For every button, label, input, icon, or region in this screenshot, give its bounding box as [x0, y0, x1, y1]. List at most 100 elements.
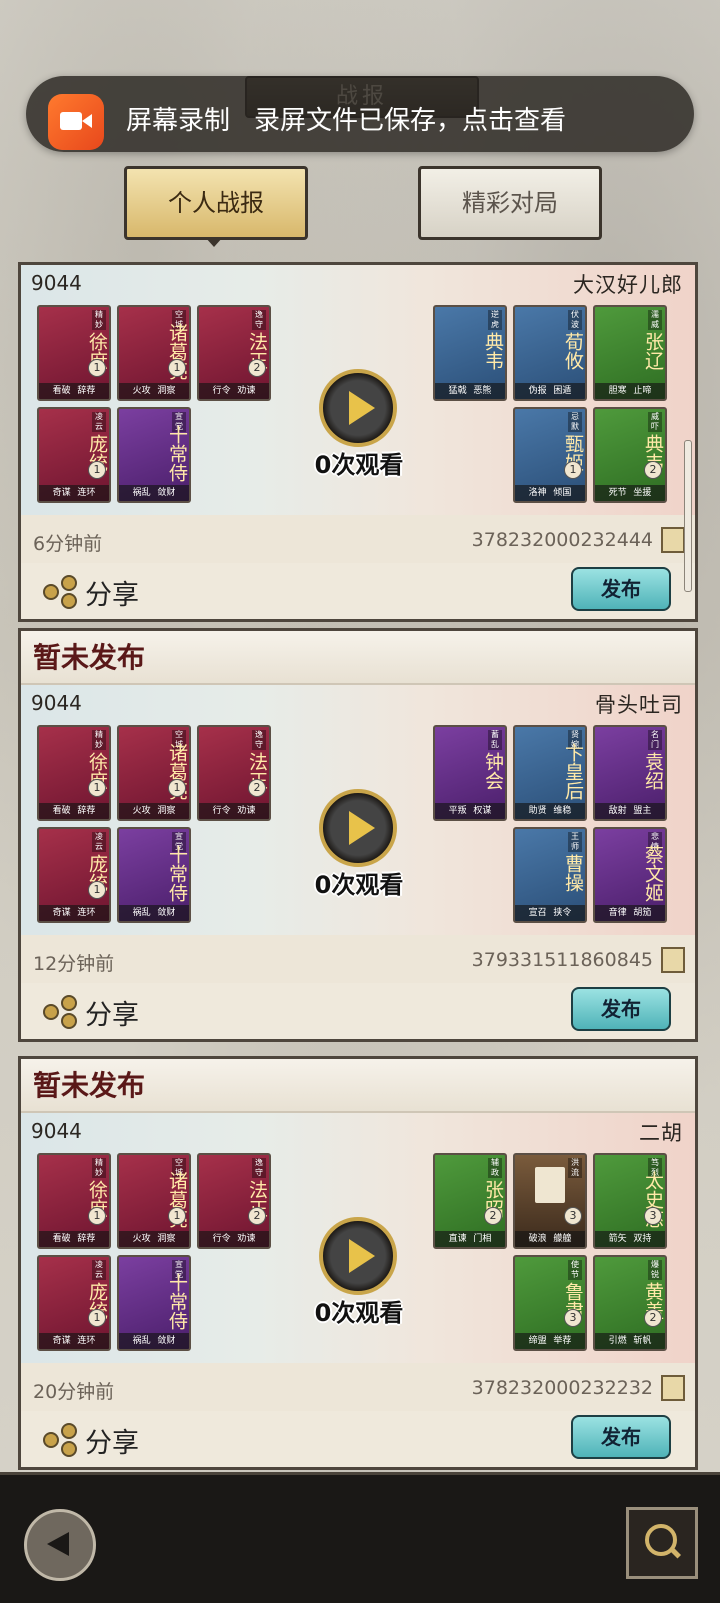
hero-level: 2	[644, 461, 662, 479]
publish-button[interactable]: 发布	[571, 1415, 671, 1459]
battle-actions: 分享 发布	[21, 563, 695, 619]
hero-card[interactable]: 宣党 十常侍 祸乱 敛财	[117, 407, 191, 503]
hero-card[interactable]: 忌默 甄姬 1 洛神 倾国	[513, 407, 587, 503]
copy-icon[interactable]	[656, 523, 685, 553]
hero-skills: 猛戟 恶熊	[435, 383, 505, 399]
copy-icon[interactable]	[656, 943, 685, 973]
hero-name: 十常侍	[166, 844, 188, 902]
hero-name: 卞皇后	[562, 742, 584, 800]
hero-card[interactable]: 笃烈 太史慈 3 箭矢 双持	[593, 1153, 667, 1249]
hero-name: 张辽	[642, 332, 664, 370]
battle-meta: 12分钟前 379331511860845	[21, 935, 695, 983]
view-count: 0次观看	[314, 871, 404, 899]
hero-level: 1	[168, 779, 186, 797]
hero-card[interactable]: 蓄乱 钟会 平叛 权谋	[433, 725, 507, 821]
hero-card[interactable]: 威吓 典韦 2 死节 坐援	[593, 407, 667, 503]
hero-card[interactable]: 凌云 庞统 1 奇谋 连环	[37, 407, 111, 503]
publish-button[interactable]: 发布	[571, 987, 671, 1031]
hero-card[interactable]: 王师 曹操 宣召 挟令	[513, 827, 587, 923]
active-tab-pointer	[205, 237, 223, 247]
hero-card[interactable]: 精妙 徐庶 1 看破 辞荐	[37, 1153, 111, 1249]
hero-card[interactable]: 空城 诸葛亮 1 火攻 洞察	[117, 725, 191, 821]
hero-skills: 祸乱 敛财	[119, 485, 189, 501]
battle-meta: 6分钟前 378232000232444	[21, 515, 695, 563]
hero-card[interactable]: 凌云 庞统 1 奇谋 连环	[37, 1255, 111, 1351]
back-button[interactable]	[24, 1509, 96, 1581]
hero-skills: 直谏 门相	[435, 1231, 505, 1247]
share-button[interactable]: 分享	[85, 1421, 139, 1460]
hero-card[interactable]: 逸守 法正 2 行令 劝谏	[197, 305, 271, 401]
hero-card[interactable]: 名门 袁绍 敌射 盟主	[593, 725, 667, 821]
hero-card[interactable]: 宣党 十常侍 祸乱 敛财	[117, 1255, 191, 1351]
screen-record-notification[interactable]: 屏幕录制 录屏文件已保存，点击查看	[26, 76, 694, 152]
hero-card[interactable]: 悲情 蔡文姬 音律 胡笳	[593, 827, 667, 923]
battle-card: 暂未发布 9044 骨头吐司 精妙 徐庶 1 看破 辞荐 空城 诸葛亮 1 火攻…	[18, 628, 698, 1042]
record-id: 378232000232444	[471, 529, 653, 551]
view-count: 0次观看	[314, 1299, 404, 1327]
hero-card[interactable]: 逆虎 典韦 猛戟 恶熊	[433, 305, 507, 401]
hero-card[interactable]: 空城 诸葛亮 1 火攻 洞察	[117, 305, 191, 401]
share-button[interactable]: 分享	[85, 573, 139, 612]
hero-skills: 看破 辞荐	[39, 1231, 109, 1247]
hero-name: 钟会	[482, 752, 504, 790]
tab-personal-reports[interactable]: 个人战报	[124, 166, 308, 240]
play-replay-button[interactable]	[319, 1217, 397, 1295]
battle-actions: 分享 发布	[21, 983, 695, 1039]
hero-skills: 箭矢 双持	[595, 1231, 665, 1247]
hero-name: 荀攸	[562, 332, 584, 370]
play-replay-button[interactable]	[319, 789, 397, 867]
battle-lineup: 9044 骨头吐司 精妙 徐庶 1 看破 辞荐 空城 诸葛亮 1 火攻 洞察 逸…	[21, 685, 695, 935]
share-icon[interactable]	[43, 1423, 77, 1457]
play-replay-button[interactable]	[319, 369, 397, 447]
hero-name: 十常侍	[166, 1272, 188, 1330]
share-icon[interactable]	[43, 995, 77, 1029]
copy-icon[interactable]	[656, 1371, 685, 1401]
hero-level: 2	[248, 1207, 266, 1225]
hero-name: 蔡文姬	[642, 844, 664, 902]
notification-app-name: 屏幕录制	[126, 106, 231, 136]
search-button[interactable]	[626, 1507, 698, 1579]
bottom-bar	[0, 1472, 720, 1603]
hero-card[interactable]: 逸守 法正 2 行令 劝谏	[197, 1153, 271, 1249]
battle-time: 20分钟前	[33, 1381, 115, 1403]
hero-skills: 缔盟 举荐	[515, 1333, 585, 1349]
publish-button[interactable]: 发布	[571, 567, 671, 611]
hero-skills: 行令 劝谏	[199, 383, 269, 399]
share-icon[interactable]	[43, 575, 77, 609]
hero-card[interactable]: 贤婉 卞皇后 助贤 维稳	[513, 725, 587, 821]
hero-card[interactable]: 精妙 徐庶 1 看破 辞荐	[37, 725, 111, 821]
hero-level: 3	[564, 1207, 582, 1225]
hero-skills: 死节 坐援	[595, 485, 665, 501]
hero-level: 2	[484, 1207, 502, 1225]
hero-card[interactable]: 空城 诸葛亮 1 火攻 洞察	[117, 1153, 191, 1249]
hero-card[interactable]: 辅政 张昭 2 直谏 门相	[433, 1153, 507, 1249]
hero-card[interactable]: 洪流 3 破浪 艨艟	[513, 1153, 587, 1249]
hero-level: 1	[88, 779, 106, 797]
tab-highlights[interactable]: 精彩对局	[418, 166, 602, 240]
scrollbar[interactable]	[684, 440, 692, 592]
hero-name: 袁绍	[642, 752, 664, 790]
hero-card[interactable]: 凌云 庞统 1 奇谋 连环	[37, 827, 111, 923]
hero-skills: 引燃 斩帆	[595, 1333, 665, 1349]
hero-level: 1	[168, 1207, 186, 1225]
share-button[interactable]: 分享	[85, 993, 139, 1032]
hero-level: 1	[564, 461, 582, 479]
hero-skills: 敌射 盟主	[595, 803, 665, 819]
hero-skills: 洛神 倾国	[515, 485, 585, 501]
hero-card[interactable]: 使节 鲁肃 3 缔盟 举荐	[513, 1255, 587, 1351]
hero-card[interactable]: 宣党 十常侍 祸乱 敛财	[117, 827, 191, 923]
hero-card[interactable]: 伏波 荀攸 伪报 困遁	[513, 305, 587, 401]
hero-card[interactable]: 濡威 张辽 胆寒 止啼	[593, 305, 667, 401]
hero-level: 1	[88, 881, 106, 899]
hero-card[interactable]: 爆锐 黄盖 2 引燃 斩帆	[593, 1255, 667, 1351]
view-count: 0次观看	[314, 451, 404, 479]
battle-actions: 分享 发布	[21, 1411, 695, 1467]
hero-card[interactable]: 逸守 法正 2 行令 劝谏	[197, 725, 271, 821]
hero-card[interactable]: 精妙 徐庶 1 看破 辞荐	[37, 305, 111, 401]
hero-skills: 平叛 权谋	[435, 803, 505, 819]
opponent-name: 骨头吐司	[595, 693, 683, 717]
record-id: 379331511860845	[471, 949, 653, 971]
battle-time: 6分钟前	[33, 533, 103, 555]
hero-skills: 行令 劝谏	[199, 1231, 269, 1247]
notification-message[interactable]: 录屏文件已保存，点击查看	[254, 100, 566, 137]
